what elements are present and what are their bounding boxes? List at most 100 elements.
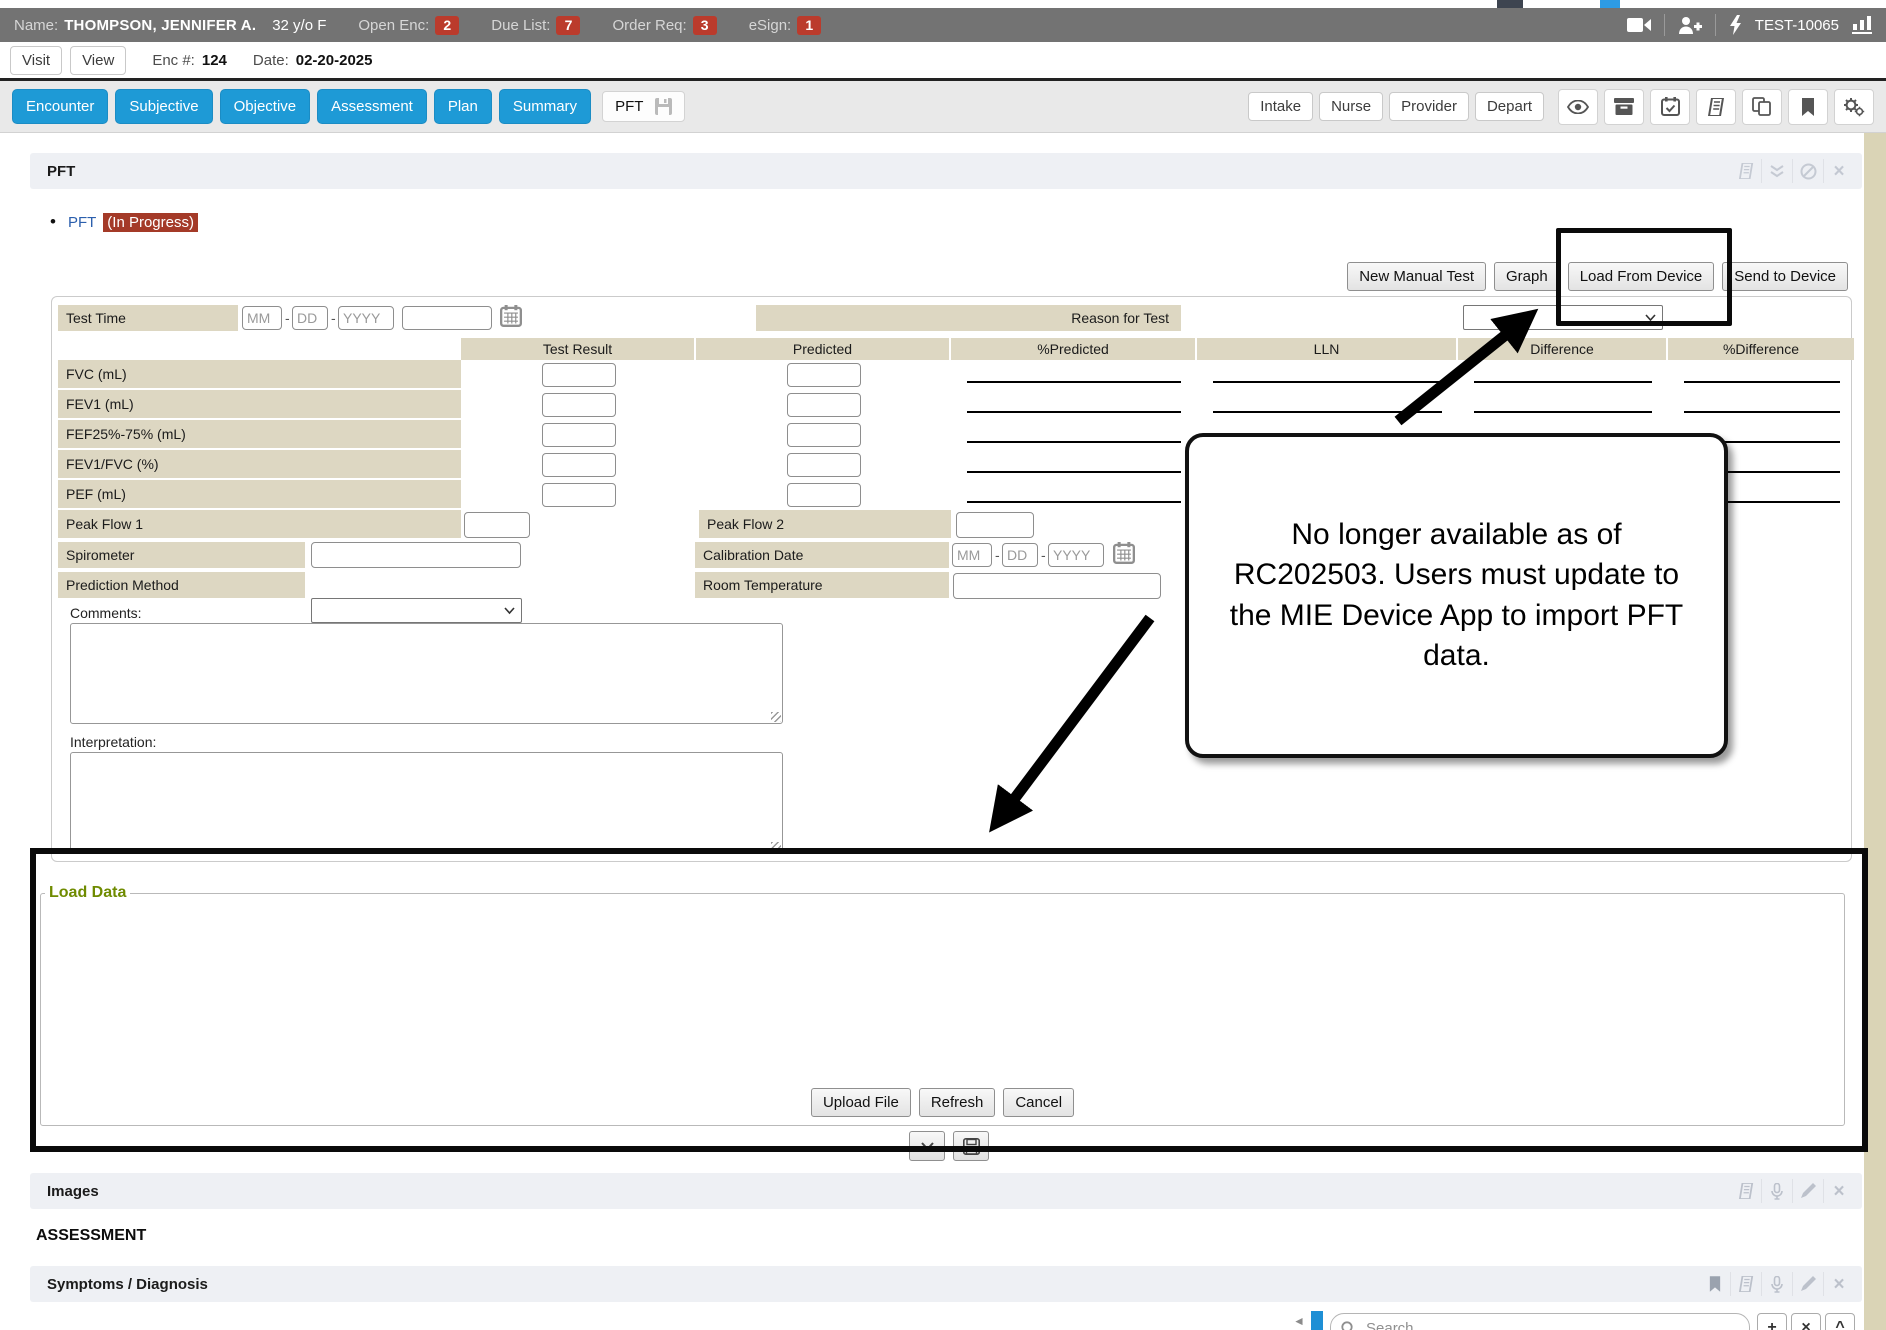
new-manual-test-button[interactable]: New Manual Test [1347, 262, 1486, 291]
camera-icon[interactable] [1627, 17, 1651, 33]
view-button[interactable]: View [70, 46, 126, 75]
counter-badge[interactable]: 1 [797, 16, 821, 35]
person-add-icon[interactable] [1678, 16, 1702, 34]
calendar-icon[interactable] [1650, 89, 1690, 125]
fvc-ml-test-result-input[interactable] [542, 363, 616, 387]
resize-handle[interactable] [771, 712, 781, 722]
value-line-cell [951, 360, 1197, 390]
book-icon[interactable] [1731, 159, 1761, 183]
fef25-75-ml-predicted-input[interactable] [787, 423, 861, 447]
gears-icon[interactable] [1834, 89, 1874, 125]
blank-value-line [967, 381, 1181, 383]
close-icon[interactable]: × [1823, 1179, 1854, 1203]
collapse-button[interactable]: ^ [1825, 1313, 1855, 1330]
counter-due-list: Due List:7 [491, 16, 580, 35]
eye-icon[interactable] [1558, 89, 1598, 125]
bookmark-icon[interactable] [1788, 89, 1828, 125]
provider-button[interactable]: Provider [1389, 92, 1469, 121]
value-line-cell [951, 480, 1197, 510]
counter-badge[interactable]: 3 [693, 16, 717, 35]
lightning-icon[interactable] [1729, 15, 1742, 35]
send-to-device-button[interactable]: Send to Device [1722, 262, 1848, 291]
pef-ml-test-result-input[interactable] [542, 483, 616, 507]
room-temperature-input[interactable] [953, 573, 1161, 599]
browser-fragment [1497, 0, 1523, 8]
tab-objective[interactable]: Objective [220, 89, 311, 124]
graph-button[interactable]: Graph [1494, 262, 1560, 291]
pencil-icon[interactable] [1792, 1179, 1823, 1203]
cell [696, 390, 951, 420]
pencil-icon[interactable] [1792, 1272, 1823, 1296]
calendar-icon[interactable] [1113, 542, 1135, 564]
counter-order-req: Order Req:3 [612, 16, 716, 35]
fev1-ml-test-result-input[interactable] [542, 393, 616, 417]
row-label-fvc-ml: FVC (mL) [58, 360, 461, 390]
mic-icon[interactable] [1761, 1179, 1792, 1203]
test-time-year-input[interactable] [338, 306, 394, 330]
tab-encounter[interactable]: Encounter [12, 89, 108, 124]
counter-badge[interactable]: 7 [556, 16, 580, 35]
tab-pft-label: PFT [615, 98, 643, 115]
search-input[interactable] [1364, 1319, 1739, 1330]
intake-button[interactable]: Intake [1248, 92, 1313, 121]
visit-button[interactable]: Visit [10, 46, 62, 75]
search-icon [1341, 1321, 1356, 1330]
spirometer-input[interactable] [311, 542, 521, 568]
interpretation-textarea[interactable] [70, 752, 783, 854]
row-label-peak-flow-2: Peak Flow 2 [696, 510, 951, 540]
calendar-icon[interactable] [500, 305, 522, 327]
pef-ml-predicted-input[interactable] [787, 483, 861, 507]
tab-summary[interactable]: Summary [499, 89, 591, 124]
tab-plan[interactable]: Plan [434, 89, 492, 124]
value-line-cell [1668, 390, 1856, 420]
fef25-75-ml-test-result-input[interactable] [542, 423, 616, 447]
close-button[interactable]: × [1791, 1313, 1821, 1330]
peak-flow-1-input[interactable] [464, 512, 530, 538]
dash: - [1041, 547, 1046, 563]
tab-subjective[interactable]: Subjective [115, 89, 212, 124]
fev1-ml-predicted-input[interactable] [787, 393, 861, 417]
calibration-month-input[interactable] [952, 543, 992, 567]
test-time-time-input[interactable] [402, 306, 492, 330]
fvc-ml-predicted-input[interactable] [787, 363, 861, 387]
images-section-header: Images × [30, 1173, 1862, 1209]
comments-textarea[interactable] [70, 623, 783, 724]
system-id: TEST-10065 [1755, 17, 1839, 34]
section-title-images: Images [47, 1183, 99, 1200]
reason-for-test-label: Reason for Test [756, 305, 1181, 331]
chevron-double-down-icon[interactable] [1761, 159, 1792, 183]
blank-value-line [1684, 411, 1840, 413]
tab-pft[interactable]: PFT [602, 91, 685, 122]
mic-icon[interactable] [1761, 1272, 1792, 1296]
book-icon[interactable] [1730, 1272, 1761, 1296]
nurse-button[interactable]: Nurse [1319, 92, 1383, 121]
test-time-month-input[interactable] [242, 306, 282, 330]
test-time-day-input[interactable] [292, 306, 328, 330]
fev1-fvc-test-result-input[interactable] [542, 453, 616, 477]
cell [461, 390, 696, 420]
bar-chart-icon[interactable] [1852, 16, 1872, 34]
pft-document-link[interactable]: PFT [68, 214, 96, 231]
prediction-method-select[interactable] [311, 598, 522, 623]
book-icon[interactable] [1696, 89, 1736, 125]
ban-icon[interactable] [1792, 159, 1823, 183]
patient-age-sex: 32 y/o F [272, 17, 326, 34]
book-icon[interactable] [1731, 1179, 1761, 1203]
nav-right: IntakeNurseProviderDepart [1248, 89, 1874, 125]
add-button[interactable]: + [1757, 1313, 1787, 1330]
archive-icon[interactable] [1604, 89, 1644, 125]
peak-flow-2-input[interactable] [956, 512, 1034, 538]
tab-assessment[interactable]: Assessment [317, 89, 427, 124]
close-icon[interactable]: × [1823, 159, 1854, 183]
calibration-year-input[interactable] [1048, 543, 1104, 567]
bookmark-icon[interactable] [1700, 1272, 1730, 1296]
counter-badge[interactable]: 2 [435, 16, 459, 35]
symptoms-section-icons: × [1700, 1272, 1854, 1296]
calibration-day-input[interactable] [1002, 543, 1038, 567]
left-caret-icon[interactable]: ◄ [1293, 1314, 1305, 1328]
blank-value-line [967, 411, 1181, 413]
fev1-fvc-predicted-input[interactable] [787, 453, 861, 477]
copy-icon[interactable] [1742, 89, 1782, 125]
depart-button[interactable]: Depart [1475, 92, 1544, 121]
close-icon[interactable]: × [1823, 1272, 1854, 1296]
